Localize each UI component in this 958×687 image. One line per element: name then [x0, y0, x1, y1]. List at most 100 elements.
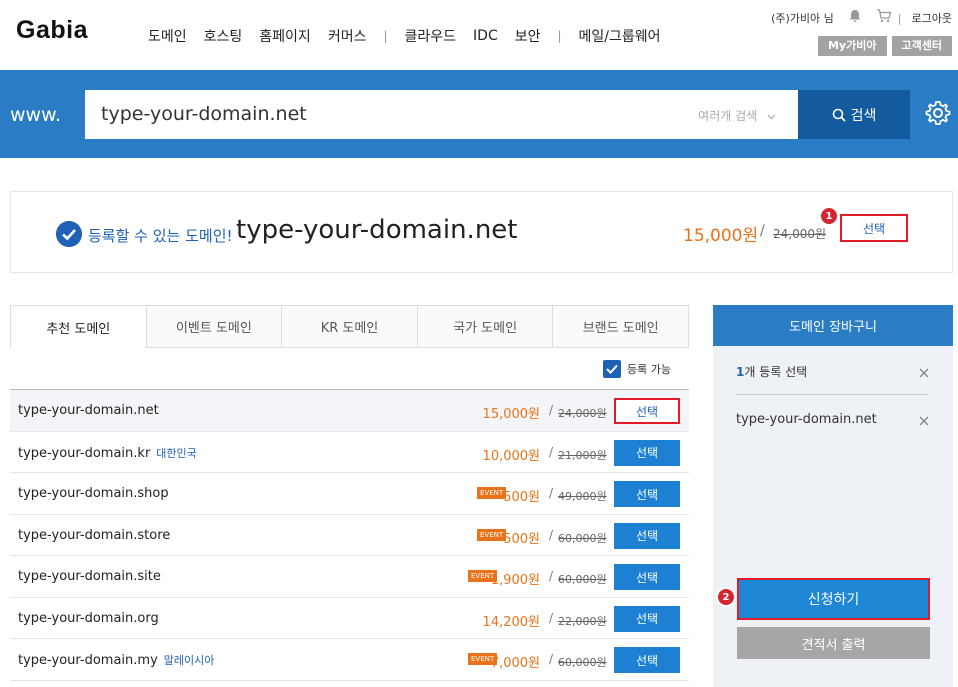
support-button[interactable]: 고객센터: [891, 36, 952, 56]
event-badge: EVENT: [477, 487, 507, 499]
apply-button[interactable]: 신청하기: [737, 578, 930, 620]
nav-mail[interactable]: 메일/그룹웨어: [579, 26, 661, 46]
domain-name-text: type-your-domain.store: [18, 527, 171, 543]
user-utility: (주)가비아 님 | 로그아웃: [771, 9, 952, 27]
nav-security[interactable]: 보안: [515, 26, 541, 46]
search-button-label: 검색: [850, 107, 877, 124]
result-domain: type-your-domain.net: [236, 215, 518, 245]
domain-name-text: type-your-domain.kr: [18, 445, 151, 461]
domain-select-button[interactable]: 선택: [614, 481, 680, 507]
cart-count-text: 개 등록 선택: [744, 365, 808, 379]
domain-name: type-your-domain.shop: [18, 486, 169, 501]
tab-event[interactable]: 이벤트 도메인: [146, 305, 283, 348]
check-circle-icon: [56, 221, 82, 247]
domain-old-price: 21,000원: [558, 448, 607, 462]
search-value[interactable]: type-your-domain.net: [101, 103, 307, 125]
nav-hosting[interactable]: 호스팅: [204, 26, 243, 46]
price-separator: /: [549, 610, 554, 625]
domain-row: type-your-domain.kr 대한민국 10,000원 / 21,000원 선택: [10, 432, 689, 473]
remove-item-icon[interactable]: [919, 416, 929, 426]
nav-homepage[interactable]: 홈페이지: [259, 26, 311, 46]
user-name: (주)가비아 님: [771, 12, 834, 25]
domain-name: type-your-domain.store: [18, 528, 170, 543]
price-separator: /: [549, 486, 554, 500]
gear-icon[interactable]: [924, 99, 952, 127]
domain-select-button[interactable]: 선택: [614, 647, 680, 673]
divider: |: [897, 11, 902, 25]
nav-divider: |: [557, 29, 562, 43]
domain-price: 14,200원: [482, 614, 540, 630]
tab-recommended[interactable]: 추천 도메인: [10, 305, 147, 348]
domain-old-price: 60,000원: [558, 531, 607, 545]
domain-row: type-your-domain.org 14,200원 / 22,000원 선택: [10, 598, 689, 639]
domain-name: type-your-domain.org: [18, 611, 159, 626]
domain-name: type-your-domain.kr 대한민국: [18, 445, 197, 461]
available-filter[interactable]: 등록 가능: [603, 360, 671, 378]
available-checkbox[interactable]: [603, 360, 621, 378]
step-marker-2: 2: [716, 587, 736, 607]
nav-domain[interactable]: 도메인: [148, 26, 187, 46]
domain-name-text: type-your-domain.org: [18, 610, 159, 626]
tab-kr[interactable]: KR 도메인: [282, 305, 418, 348]
domain-old-price: 60,000원: [558, 573, 607, 586]
domain-old-price: 49,000원: [558, 490, 607, 503]
domain-country-tag: 말레이시아: [163, 654, 215, 667]
domain-price: 7,000원: [490, 656, 540, 671]
cart-item-domain: type-your-domain.net: [736, 412, 877, 427]
www-prefix: www.: [10, 104, 61, 126]
price-separator: /: [549, 527, 554, 542]
print-quote-button[interactable]: 견적서 출력: [737, 627, 930, 659]
domain-select-button[interactable]: 선택: [614, 398, 680, 424]
domain-price: 1,900원: [490, 573, 540, 588]
cart-divider: [736, 394, 929, 395]
domain-select-button[interactable]: 선택: [614, 564, 680, 590]
domain-select-button[interactable]: 선택: [614, 605, 680, 632]
checkmark-icon: [606, 364, 618, 374]
my-gabia-button[interactable]: My가비아: [818, 36, 887, 56]
search-result-box: 등록할 수 있는 도메인! type-your-domain.net 15,00…: [10, 191, 953, 273]
event-badge: EVENT: [477, 528, 507, 541]
domain-row: type-your-domain.my 말레이시아 EVENT 7,000원/60,0…: [10, 639, 689, 681]
domain-row: type-your-domain.site EVENT 1,900원/60,000원…: [10, 556, 689, 598]
cart-count: 1개 등록 선택: [736, 363, 807, 380]
price-separator: /: [549, 569, 554, 583]
nav-idc[interactable]: IDC: [473, 28, 498, 44]
logout-link[interactable]: 로그아웃: [912, 10, 952, 26]
search-band: www. type-your-domain.net 여러개 검색 검색: [0, 70, 958, 158]
nav-commerce[interactable]: 커머스: [328, 26, 367, 46]
domain-tabs: 추천 도메인 이벤트 도메인 KR 도메인 국가 도메인 브랜드 도메인: [10, 305, 689, 348]
cart-icon[interactable]: [876, 9, 892, 27]
utility-buttons: My가비아 고객센터: [813, 36, 952, 56]
step-marker-1: 1: [819, 206, 839, 226]
domain-row: type-your-domain.store EVENT 500원 / 60,000원 선…: [10, 515, 689, 556]
result-select-button[interactable]: 선택: [840, 214, 908, 242]
result-price: 15,000원: [683, 226, 759, 246]
tab-brand[interactable]: 브랜드 도메인: [553, 305, 689, 348]
domain-row: type-your-domain.shop EVENT 500원 / 49,000원 선택: [10, 473, 689, 515]
available-text: 등록할 수 있는 도메인!: [88, 227, 233, 245]
domain-cart: 도메인 장바구니 1개 등록 선택 type-your-domain.net 신…: [713, 305, 953, 687]
multi-search-toggle[interactable]: 여러개 검색: [698, 107, 776, 124]
tab-country[interactable]: 국가 도메인: [417, 305, 554, 348]
price-separator: /: [760, 223, 765, 239]
top-header: Gabia 도메인 호스팅 홈페이지 커머스 | 클라우드 IDC 보안 | 메…: [0, 0, 958, 70]
domain-list: type-your-domain.net 15,000원/24,000원 선택 typ…: [10, 389, 689, 681]
price-separator: /: [549, 403, 554, 417]
nav-cloud[interactable]: 클라우드: [405, 26, 457, 46]
search-button[interactable]: 검색: [798, 90, 910, 139]
clear-cart-icon[interactable]: [919, 368, 929, 378]
domain-name: type-your-domain.my 말레이시아: [18, 652, 214, 668]
price-separator: /: [549, 444, 554, 459]
gabia-logo[interactable]: Gabia: [16, 16, 88, 45]
domain-search-input[interactable]: type-your-domain.net 여러개 검색: [85, 90, 798, 139]
domain-name: type-your-domain.site: [18, 569, 161, 584]
search-icon: [832, 108, 846, 122]
bell-icon[interactable]: [848, 9, 862, 27]
domain-select-button[interactable]: 선택: [614, 439, 680, 466]
main-nav: 도메인 호스팅 홈페이지 커머스 | 클라우드 IDC 보안 | 메일/그룹웨어: [148, 26, 678, 46]
domain-old-price: 60,000원: [558, 656, 607, 669]
chevron-down-icon: [767, 114, 776, 120]
domain-select-button[interactable]: 선택: [614, 522, 680, 549]
domain-name-text: type-your-domain.my: [18, 653, 158, 668]
domain-name: type-your-domain.net: [18, 403, 159, 418]
